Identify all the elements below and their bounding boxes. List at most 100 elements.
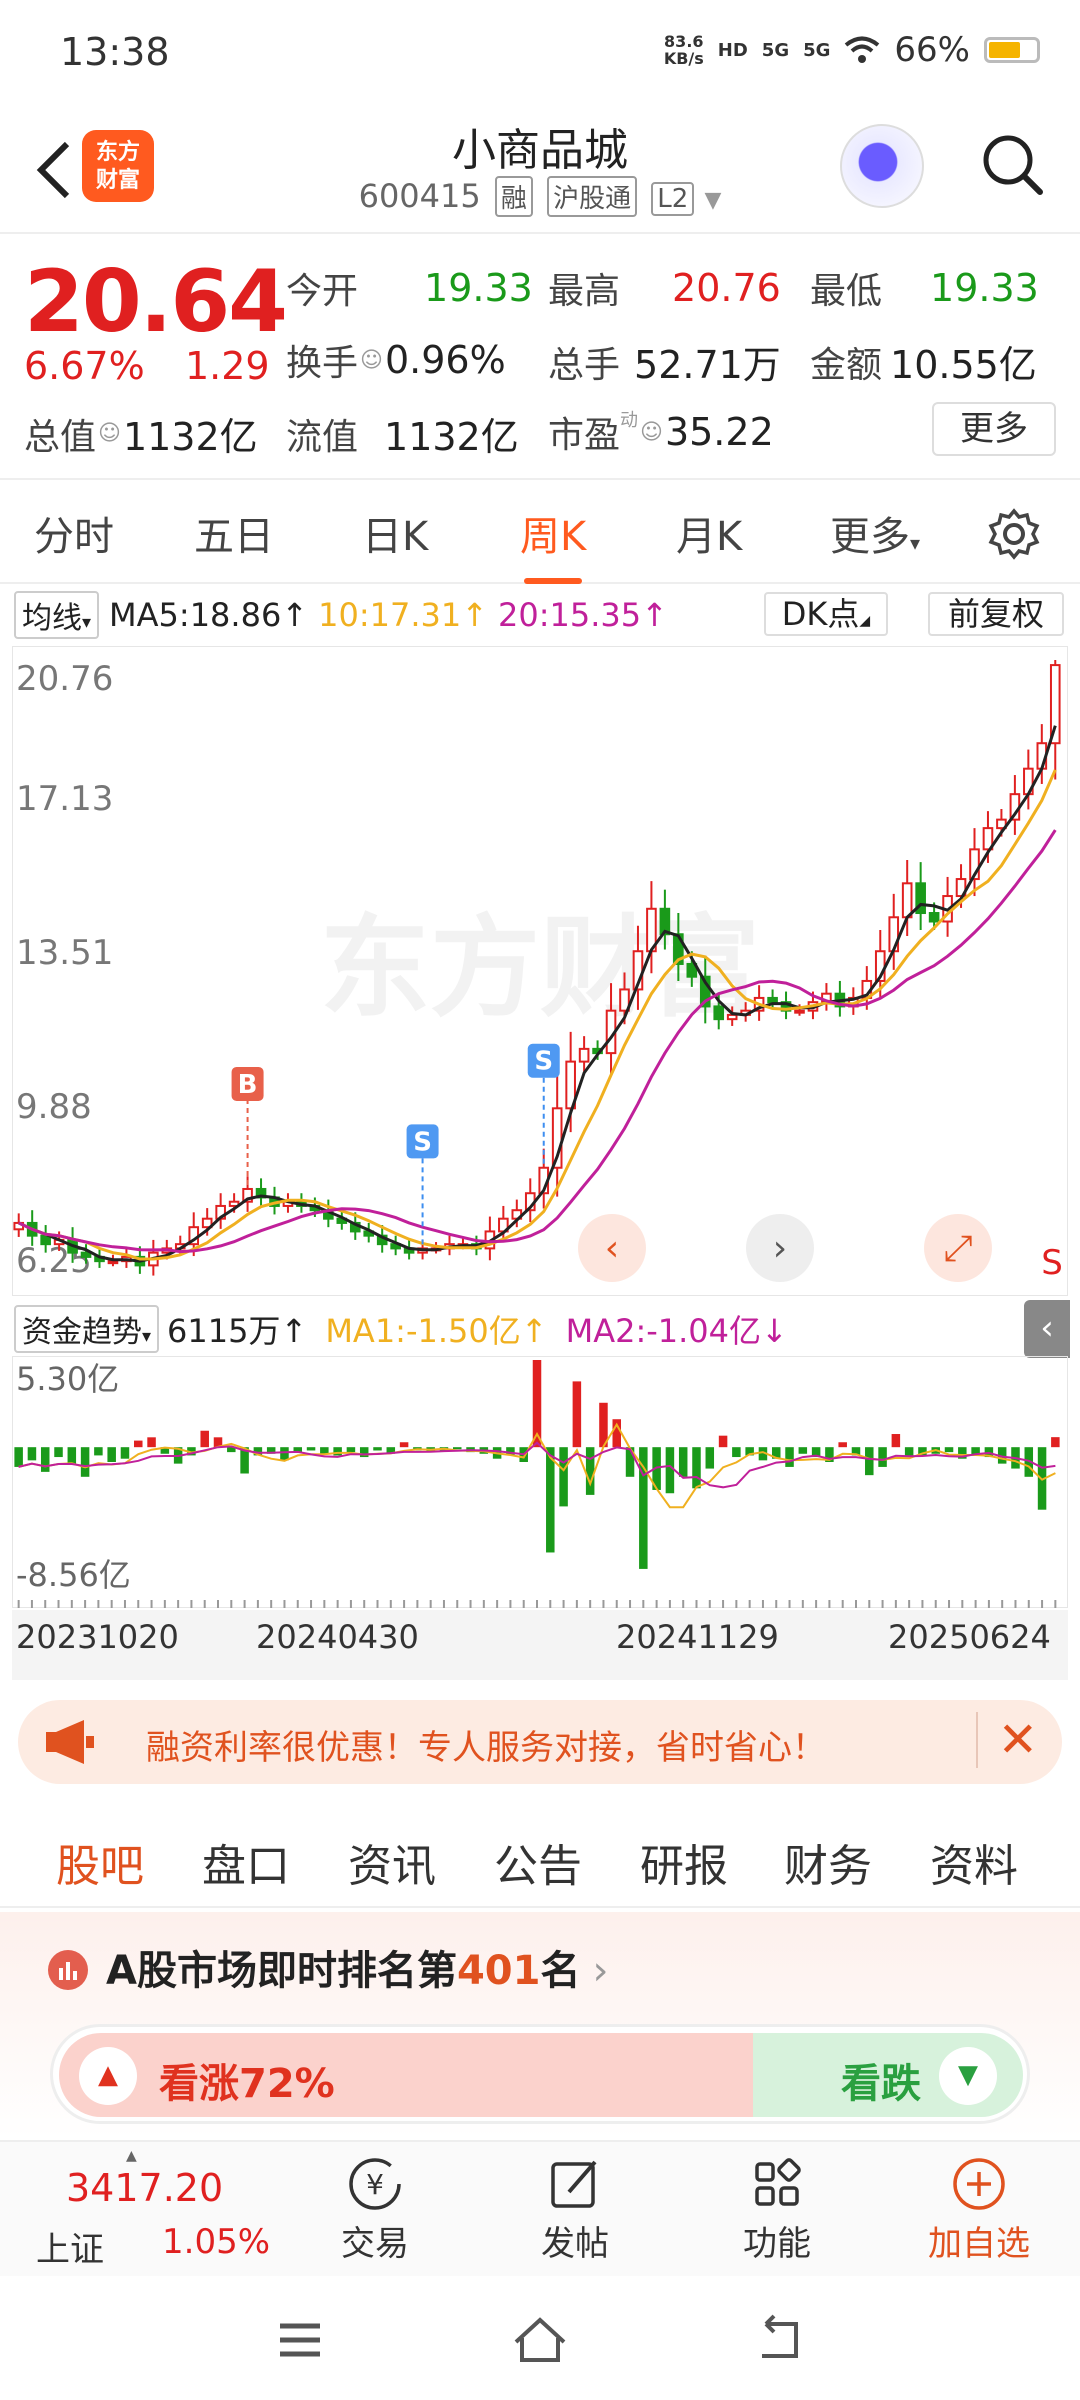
status-time: 13:38 bbox=[60, 30, 170, 74]
change-amount: 1.29 bbox=[185, 344, 270, 388]
close-icon[interactable]: ✕ bbox=[975, 1712, 1038, 1768]
quote-field-low: 最低 19.33 bbox=[810, 266, 1039, 312]
tab-more[interactable]: 更多▾ bbox=[830, 504, 920, 562]
fund-bar bbox=[200, 1430, 209, 1448]
fund-bar bbox=[346, 1447, 356, 1453]
dropdown-icon: ▼ bbox=[704, 188, 722, 213]
assistant-robot-icon[interactable] bbox=[840, 124, 924, 208]
fund-flow-value: 6115万↑ bbox=[167, 1312, 308, 1350]
fund-bar bbox=[27, 1447, 37, 1461]
date-axis: 20231020 20240430 20241129 20250624 bbox=[12, 1610, 1068, 1680]
search-icon[interactable] bbox=[980, 132, 1044, 196]
ma-selector[interactable]: 均线▾ bbox=[14, 591, 100, 639]
status-bar: 13:38 83.6 KB/s HD 5G 5G 66% bbox=[0, 0, 1080, 110]
vote-bullish-button[interactable]: ▲ 看涨72% bbox=[59, 2033, 759, 2117]
margin-tag: 融 bbox=[494, 176, 533, 217]
svg-text:¥: ¥ bbox=[366, 2168, 384, 2201]
fund-bar bbox=[94, 1447, 103, 1456]
down-triangle-icon: ▼ bbox=[939, 2047, 997, 2105]
quote-field-high: 最高 20.76 bbox=[548, 266, 781, 312]
buy-marker-label: B bbox=[238, 1070, 258, 1100]
stock-header: 东方财富 小商品城 600415 融 沪股通 L2 ▼ bbox=[0, 110, 1080, 230]
nav-add-favorite[interactable]: 加自选 bbox=[914, 2152, 1044, 2265]
candle-body bbox=[901, 882, 913, 919]
home-icon[interactable] bbox=[510, 2310, 570, 2370]
signal-5g-icon: 5G bbox=[761, 39, 790, 61]
tab-daily-k[interactable]: 日K bbox=[362, 504, 428, 562]
kline-chart[interactable]: 东方财富20.7617.1313.519.886.25BSSS‹ › ⤢ bbox=[12, 646, 1068, 1296]
tab-five-day[interactable]: 五日 bbox=[194, 504, 274, 562]
y-tick-label: 20.76 bbox=[16, 659, 113, 699]
fund-bar bbox=[785, 1447, 794, 1467]
fund-bar bbox=[878, 1447, 887, 1467]
wifi-icon bbox=[845, 36, 880, 63]
tab-announcements[interactable]: 公告 bbox=[494, 1830, 582, 1894]
fund-bar bbox=[399, 1442, 409, 1448]
bullish-label: 看涨72% bbox=[159, 2061, 335, 2107]
change-percent: 6.67% bbox=[24, 344, 145, 388]
fund-flow-selector[interactable]: 资金趋势▾ bbox=[14, 1305, 160, 1353]
nav-functions[interactable]: 功能 bbox=[712, 2152, 842, 2265]
fund-flow-legend: 资金趋势▾ 6115万↑ MA1:-1.50亿↑ MA2:-1.04亿↓ bbox=[14, 1305, 1054, 1353]
index-value[interactable]: 3417.20 bbox=[66, 2166, 223, 2210]
fund-bar bbox=[891, 1434, 901, 1448]
fund-y-tick-label: -8.56亿 bbox=[16, 1556, 131, 1594]
tab-news[interactable]: 资讯 bbox=[348, 1830, 436, 1894]
fund-bar bbox=[585, 1447, 595, 1495]
tab-weekly-k[interactable]: 周K bbox=[520, 504, 586, 584]
quote-panel: 20.64 6.67% 1.29 今开 19.33 最高 20.76 最低 19… bbox=[0, 232, 1080, 472]
ranking-text[interactable]: A股市场即时排名第401名 › bbox=[106, 1938, 608, 1996]
hd-icon: HD bbox=[717, 39, 748, 61]
fund-bar bbox=[546, 1447, 555, 1553]
tab-intraday[interactable]: 分时 bbox=[34, 504, 114, 562]
y-tick-label: 13.51 bbox=[16, 933, 113, 973]
trade-icon: ¥ bbox=[310, 2152, 440, 2216]
content-tabs: 股吧 盘口 资讯 公告 研报 财务 资料 bbox=[0, 1806, 1080, 1920]
adjust-price-button[interactable]: 前复权 bbox=[928, 592, 1064, 636]
dropdown-icon: ▾ bbox=[910, 531, 921, 555]
ma5-value: MA5:18.86↑ bbox=[109, 596, 309, 634]
settings-gear-icon[interactable] bbox=[988, 508, 1040, 560]
tab-guba[interactable]: 股吧 bbox=[56, 1830, 144, 1920]
tab-pankou[interactable]: 盘口 bbox=[202, 1830, 290, 1894]
info-icon: ☺ bbox=[98, 421, 121, 446]
vote-bearish-button[interactable]: 看跌 ▼ bbox=[753, 2033, 1023, 2117]
fund-bar bbox=[692, 1447, 701, 1489]
fund-bar bbox=[120, 1447, 130, 1459]
info-icon: ☺ bbox=[360, 347, 383, 373]
fund-bar bbox=[718, 1435, 728, 1448]
candle-body bbox=[713, 1005, 725, 1021]
expand-icon[interactable]: ▲ bbox=[126, 2148, 137, 2164]
network-speed: 83.6 KB/s bbox=[663, 32, 704, 68]
tab-profile[interactable]: 资料 bbox=[930, 1830, 1018, 1894]
status-indicators: 83.6 KB/s HD 5G 5G 66% bbox=[664, 30, 1040, 70]
ranking-chart-icon bbox=[48, 1950, 88, 1990]
system-navigation bbox=[0, 2280, 1080, 2400]
sell-marker-label: S bbox=[413, 1127, 432, 1157]
tab-finance[interactable]: 财务 bbox=[784, 1830, 872, 1894]
apps-icon bbox=[712, 2152, 842, 2216]
promo-banner[interactable]: 融资利率很优惠！专人服务对接，省时省心！ ✕ bbox=[18, 1700, 1062, 1784]
nav-post[interactable]: 发帖 bbox=[510, 2152, 640, 2265]
post-icon bbox=[510, 2152, 640, 2216]
quote-field-open: 今开 19.33 bbox=[286, 266, 533, 312]
promo-text: 融资利率很优惠！专人服务对接，省时省心！ bbox=[146, 1728, 826, 1768]
dk-point-button[interactable]: DK点◢ bbox=[764, 592, 888, 636]
menu-icon[interactable] bbox=[270, 2310, 330, 2370]
fund-bar bbox=[107, 1447, 116, 1462]
candle-body bbox=[767, 996, 778, 1004]
fund-bar bbox=[798, 1447, 808, 1454]
tab-research[interactable]: 研报 bbox=[640, 1830, 728, 1894]
fund-bar bbox=[665, 1447, 675, 1494]
bearish-label: 看跌 bbox=[841, 2061, 921, 2107]
fund-bar bbox=[80, 1447, 90, 1477]
fund-flow-chart[interactable]: 5.30亿 -8.56亿 bbox=[12, 1356, 1068, 1608]
tab-monthly-k[interactable]: 月K bbox=[676, 504, 742, 562]
more-quote-button[interactable]: 更多 bbox=[932, 402, 1056, 456]
fund-bar bbox=[280, 1447, 289, 1461]
nav-trade[interactable]: ¥ 交易 bbox=[310, 2152, 440, 2265]
ma20-line bbox=[18, 829, 1057, 1254]
collapse-panel-button[interactable]: ‹ bbox=[1024, 1300, 1070, 1358]
date-label: 20241129 bbox=[616, 1618, 779, 1656]
back-nav-icon[interactable] bbox=[750, 2310, 810, 2370]
